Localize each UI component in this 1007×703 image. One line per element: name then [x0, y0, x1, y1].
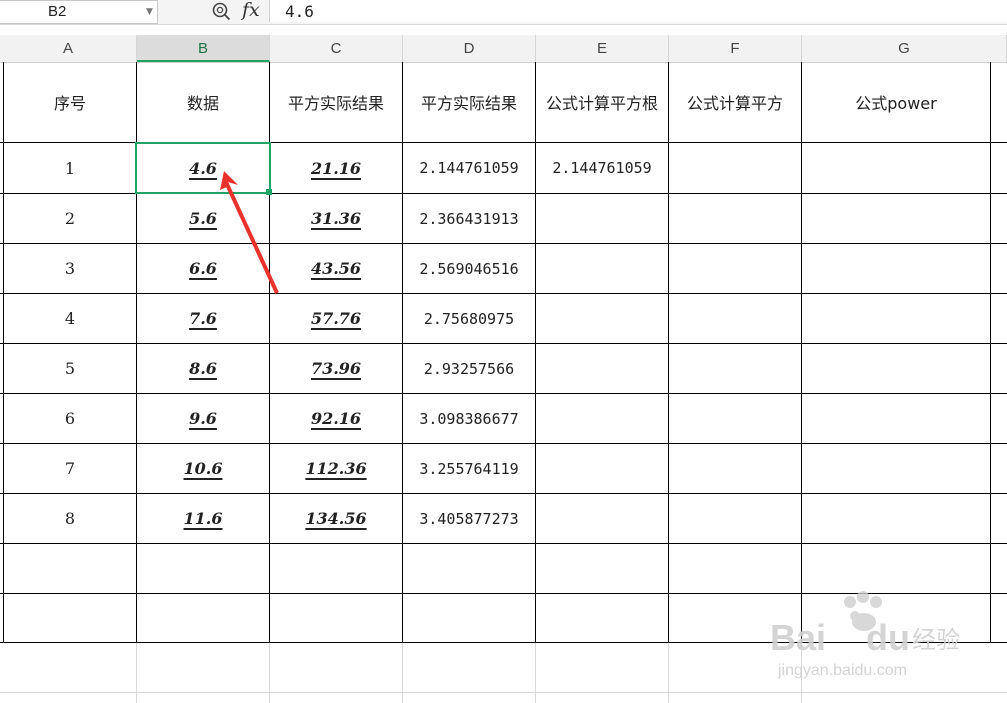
cell-seq[interactable]: 5: [4, 344, 136, 393]
column-header-f[interactable]: F: [669, 35, 802, 62]
column-header-c[interactable]: C: [270, 35, 403, 62]
cell-square[interactable]: 112.36: [270, 444, 402, 493]
cell-square[interactable]: 57.76: [270, 294, 402, 343]
grid-line: [136, 643, 137, 703]
cell-square[interactable]: 31.36: [270, 194, 402, 243]
cell-sqrt[interactable]: 2.93257566: [403, 344, 535, 393]
cell-data[interactable]: 9.6: [137, 394, 269, 443]
cell-sqrt[interactable]: 3.098386677: [403, 394, 535, 443]
cell-seq[interactable]: 4: [4, 294, 136, 343]
header-cell-data[interactable]: 数据: [137, 62, 269, 142]
selected-cell-outline: [135, 142, 271, 194]
column-header-e[interactable]: E: [536, 35, 669, 62]
cell-square[interactable]: 43.56: [270, 244, 402, 293]
name-box[interactable]: B2 ▼: [0, 0, 158, 24]
header-cell-formula-power[interactable]: 公式power: [802, 62, 990, 142]
grid-line: [0, 593, 1007, 594]
cell-seq[interactable]: 6: [4, 394, 136, 443]
cell-seq[interactable]: 1: [4, 143, 136, 193]
cell-square[interactable]: 92.16: [270, 394, 402, 443]
cell-square[interactable]: 134.56: [270, 494, 402, 543]
formula-bar: B2 ▼ fx 4.6: [0, 0, 1007, 25]
zoom-search-icon[interactable]: [210, 0, 232, 22]
grid-line: [990, 62, 991, 643]
cell-data[interactable]: 8.6: [137, 344, 269, 393]
grid-line: [668, 62, 669, 643]
header-cell-seq[interactable]: 序号: [4, 62, 136, 142]
cell-seq[interactable]: 8: [4, 494, 136, 543]
cell-sqrt[interactable]: 2.569046516: [403, 244, 535, 293]
grid-line: [269, 643, 270, 703]
cell-sqrt[interactable]: 3.405877273: [403, 494, 535, 543]
grid-line: [0, 692, 1007, 693]
formula-value: 4.6: [285, 2, 314, 21]
cell-sqrt[interactable]: 2.75680975: [403, 294, 535, 343]
column-header-bar: A B C D E F G: [0, 35, 1007, 63]
cell-sqrt[interactable]: 2.366431913: [403, 194, 535, 243]
header-cell-square-2[interactable]: 平方实际结果: [403, 62, 535, 142]
cell-data[interactable]: 5.6: [137, 194, 269, 243]
cell-seq[interactable]: 7: [4, 444, 136, 493]
cell-data[interactable]: 7.6: [137, 294, 269, 343]
grid-line: [801, 62, 802, 643]
header-cell-formula-sqrt[interactable]: 公式计算平方根: [536, 62, 668, 142]
column-header-a[interactable]: A: [0, 35, 137, 62]
grid-line: [0, 543, 1007, 544]
cell-square[interactable]: 73.96: [270, 344, 402, 393]
cell-data[interactable]: 6.6: [137, 244, 269, 293]
grid-line: [0, 642, 1007, 643]
cell-sqrt[interactable]: 3.255764119: [403, 444, 535, 493]
cell-data[interactable]: 11.6: [137, 494, 269, 543]
cell-square[interactable]: 21.16: [270, 143, 402, 193]
formula-input[interactable]: 4.6: [269, 0, 1007, 22]
cell-seq[interactable]: 3: [4, 244, 136, 293]
header-cell-formula-square[interactable]: 公式计算平方: [669, 62, 801, 142]
fill-handle[interactable]: [266, 189, 272, 195]
grid-line: [535, 643, 536, 703]
fx-icon[interactable]: fx: [242, 0, 260, 21]
name-box-value: B2: [48, 3, 67, 20]
chevron-down-icon[interactable]: ▼: [146, 7, 153, 17]
column-header-g[interactable]: G: [802, 35, 1007, 62]
grid-line: [402, 643, 403, 703]
grid-line: [801, 643, 802, 703]
cell-formula-sqrt[interactable]: 2.144761059: [536, 143, 668, 193]
column-header-b[interactable]: B: [137, 35, 270, 62]
column-header-d[interactable]: D: [403, 35, 536, 62]
cell-seq[interactable]: 2: [4, 194, 136, 243]
grid-line: [668, 643, 669, 703]
header-cell-square[interactable]: 平方实际结果: [270, 62, 402, 142]
cell-data[interactable]: 10.6: [137, 444, 269, 493]
cell-sqrt[interactable]: 2.144761059: [403, 143, 535, 193]
spreadsheet-grid: 序号 数据 平方实际结果 平方实际结果 公式计算平方根 公式计算平方 公式pow…: [0, 62, 1007, 703]
